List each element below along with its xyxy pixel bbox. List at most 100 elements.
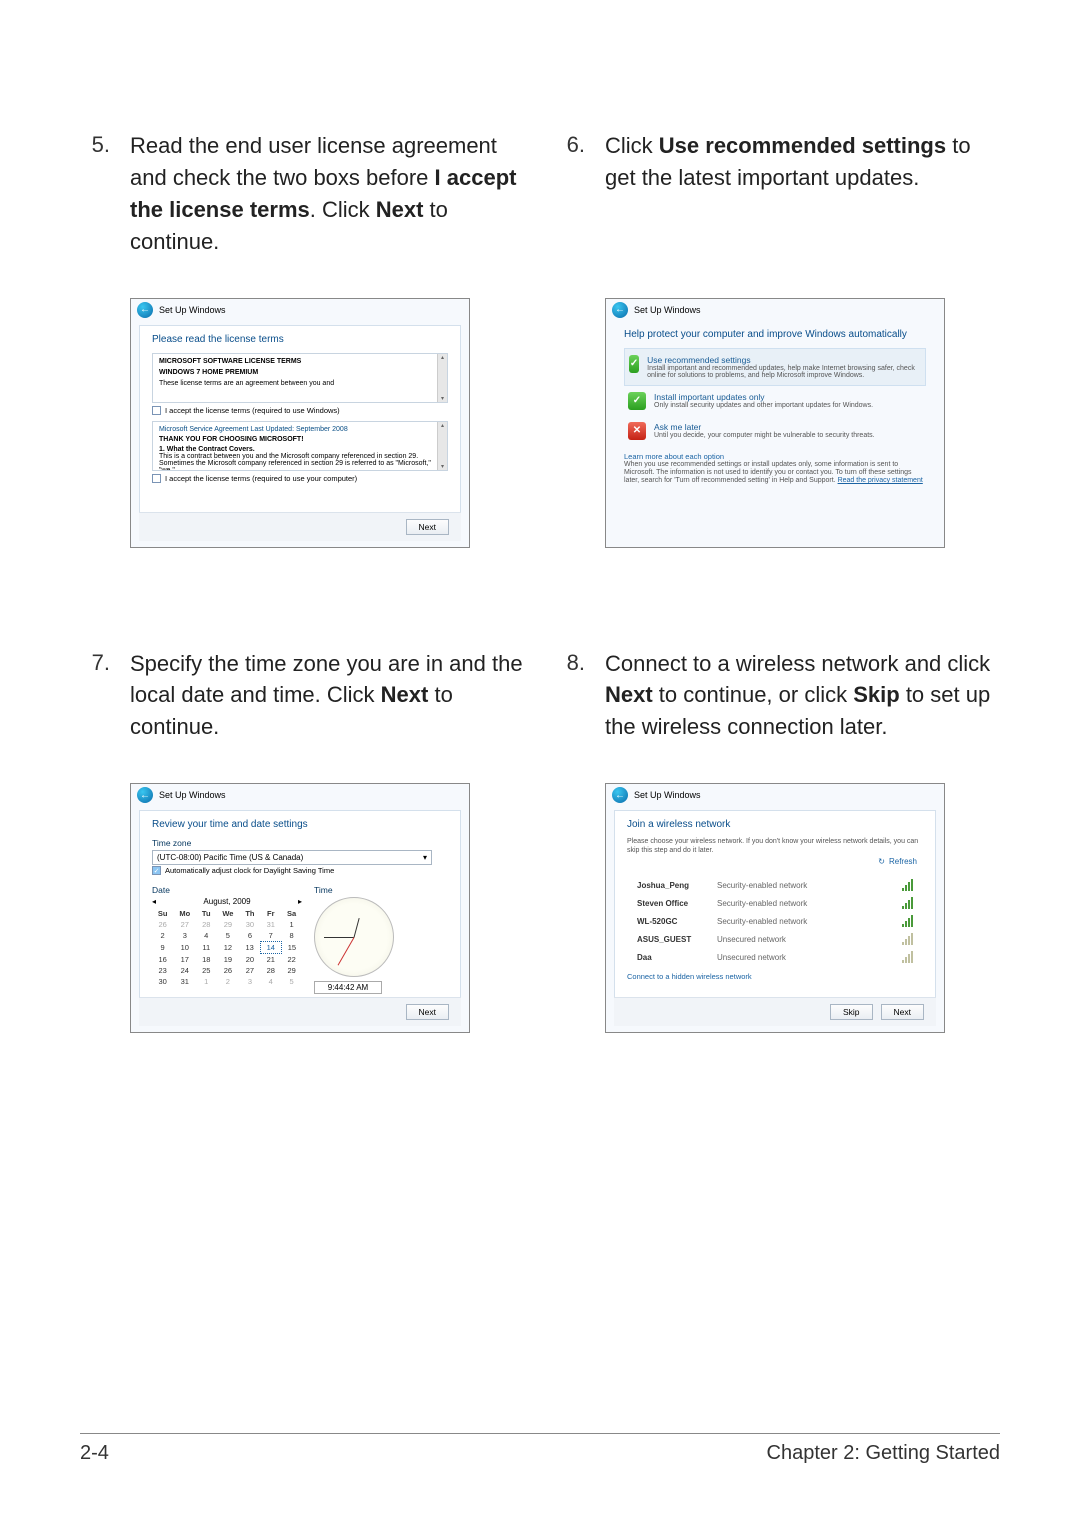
calendar-day[interactable]: 26 — [216, 965, 239, 976]
calendar-day[interactable]: 9 — [152, 942, 173, 954]
back-icon[interactable]: ← — [612, 302, 628, 318]
shield-x-icon: ✕ — [628, 422, 646, 440]
screenshot-wifi: ← Set Up Windows Join a wireless network… — [605, 783, 945, 1033]
wifi-security: Unsecured network — [717, 953, 902, 962]
calendar-day[interactable]: 16 — [152, 954, 173, 966]
wifi-ssid: ASUS_GUEST — [637, 935, 717, 944]
license-box-2: Microsoft Service Agreement Last Updated… — [152, 421, 448, 471]
privacy-link[interactable]: Read the privacy statement — [838, 477, 923, 484]
timezone-select[interactable]: (UTC-08:00) Pacific Time (US & Canada) ▾ — [152, 850, 432, 865]
calendar-day[interactable]: 6 — [240, 930, 261, 942]
calendar-day[interactable]: 1 — [281, 919, 302, 930]
calendar-day[interactable]: 2 — [152, 930, 173, 942]
screenshot-timedate: ← Set Up Windows Review your time and da… — [130, 783, 470, 1033]
license-heading: Please read the license terms — [152, 334, 448, 345]
calendar-day[interactable]: 7 — [260, 930, 281, 942]
calendar-day[interactable]: 8 — [281, 930, 302, 942]
calendar-day[interactable]: 20 — [240, 954, 261, 966]
window-title: Set Up Windows — [159, 305, 226, 315]
wifi-network-row[interactable]: WL-520GCSecurity-enabled network — [627, 912, 923, 930]
wifi-network-row[interactable]: Steven OfficeSecurity-enabled network — [627, 894, 923, 912]
wifi-network-row[interactable]: DaaUnsecured network — [627, 948, 923, 966]
calendar-day[interactable]: 18 — [196, 954, 216, 966]
hidden-network-link[interactable]: Connect to a hidden wireless network — [627, 972, 923, 981]
wifi-network-row[interactable]: ASUS_GUESTUnsecured network — [627, 930, 923, 948]
calendar-day[interactable]: 10 — [173, 942, 196, 954]
calendar-day[interactable]: 31 — [260, 919, 281, 930]
next-button[interactable]: Next — [406, 1004, 449, 1020]
calendar-day[interactable]: 4 — [260, 976, 281, 987]
timedate-heading: Review your time and date settings — [152, 819, 448, 830]
calendar-day[interactable]: 30 — [240, 919, 261, 930]
calendar-day[interactable]: 13 — [240, 942, 261, 954]
calendar-day[interactable]: 24 — [173, 965, 196, 976]
signal-icon — [902, 951, 913, 963]
window-title: Set Up Windows — [634, 790, 701, 800]
calendar-day[interactable]: 12 — [216, 942, 239, 954]
calendar-day[interactable]: 27 — [240, 965, 261, 976]
signal-icon — [902, 915, 913, 927]
scrollbar[interactable] — [437, 354, 447, 402]
calendar-day[interactable]: 31 — [173, 976, 196, 987]
calendar-day[interactable]: 23 — [152, 965, 173, 976]
calendar-day[interactable]: 3 — [240, 976, 261, 987]
back-icon[interactable]: ← — [137, 787, 153, 803]
cal-prev-icon[interactable]: ◂ — [152, 897, 156, 906]
calendar-day[interactable]: 4 — [196, 930, 216, 942]
dst-checkbox[interactable]: ✓ Automatically adjust clock for Dayligh… — [152, 866, 448, 875]
option-ask-later[interactable]: ✕ Ask me later Until you decide, your co… — [624, 416, 926, 446]
step-7: 7. Specify the time zone you are in and … — [80, 648, 525, 744]
calendar-day[interactable]: 11 — [196, 942, 216, 954]
calendar-day[interactable]: 17 — [173, 954, 196, 966]
wifi-security: Security-enabled network — [717, 881, 902, 890]
calendar-day[interactable]: 2 — [216, 976, 239, 987]
calendar-day[interactable]: 25 — [196, 965, 216, 976]
calendar-day[interactable]: 29 — [281, 965, 302, 976]
calendar-day[interactable]: 29 — [216, 919, 239, 930]
calendar-day[interactable]: 22 — [281, 954, 302, 966]
calendar-day[interactable]: 28 — [260, 965, 281, 976]
accept-checkbox-2[interactable]: I accept the license terms (required to … — [152, 474, 448, 483]
wifi-ssid: Daa — [637, 953, 717, 962]
wifi-security: Security-enabled network — [717, 917, 902, 926]
next-button[interactable]: Next — [406, 519, 449, 535]
time-input[interactable]: 9:44:42 AM — [314, 981, 382, 994]
calendar-day[interactable]: 14 — [260, 942, 281, 954]
calendar-day[interactable]: 26 — [152, 919, 173, 930]
calendar-day[interactable]: 19 — [216, 954, 239, 966]
calendar-day[interactable]: 5 — [216, 930, 239, 942]
option-important-only[interactable]: ✓ Install important updates only Only in… — [624, 386, 926, 416]
calendar-day[interactable]: 27 — [173, 919, 196, 930]
window-title: Set Up Windows — [159, 790, 226, 800]
calendar-day[interactable]: 15 — [281, 942, 302, 954]
analog-clock — [314, 897, 394, 977]
wifi-ssid: Steven Office — [637, 899, 717, 908]
calendar-day[interactable]: 21 — [260, 954, 281, 966]
option-recommended[interactable]: ✓ Use recommended settings Install impor… — [624, 348, 926, 386]
back-icon[interactable]: ← — [137, 302, 153, 318]
calendar-day[interactable]: 3 — [173, 930, 196, 942]
refresh-icon[interactable]: ↻ — [878, 857, 885, 866]
step-8-text: Connect to a wireless network and click … — [605, 648, 1000, 744]
skip-button[interactable]: Skip — [830, 1004, 873, 1020]
back-icon[interactable]: ← — [612, 787, 628, 803]
calendar[interactable]: ◂ August, 2009 ▸ SuMoTuWeThFrSa262728293… — [152, 897, 302, 987]
calendar-day[interactable]: 5 — [281, 976, 302, 987]
screenshot-protect: ← Set Up Windows Help protect your compu… — [605, 298, 945, 548]
step-5-number: 5. — [80, 130, 110, 258]
step-7-number: 7. — [80, 648, 110, 744]
refresh-link[interactable]: Refresh — [889, 857, 917, 866]
calendar-day[interactable]: 1 — [196, 976, 216, 987]
calendar-day[interactable]: 30 — [152, 976, 173, 987]
accept-checkbox-1[interactable]: I accept the license terms (required to … — [152, 406, 448, 415]
page-footer: 2-4 Chapter 2: Getting Started — [80, 1433, 1000, 1465]
screenshot-license: ← Set Up Windows Please read the license… — [130, 298, 470, 548]
next-button[interactable]: Next — [881, 1004, 924, 1020]
step-5-text: Read the end user license agreement and … — [130, 130, 525, 258]
learn-more-link[interactable]: Learn more about each option — [624, 452, 926, 461]
calendar-day[interactable]: 28 — [196, 919, 216, 930]
cal-next-icon[interactable]: ▸ — [298, 897, 302, 906]
wifi-network-row[interactable]: Joshua_PengSecurity-enabled network — [627, 876, 923, 894]
scrollbar[interactable] — [437, 422, 447, 470]
protect-heading: Help protect your computer and improve W… — [624, 329, 926, 340]
